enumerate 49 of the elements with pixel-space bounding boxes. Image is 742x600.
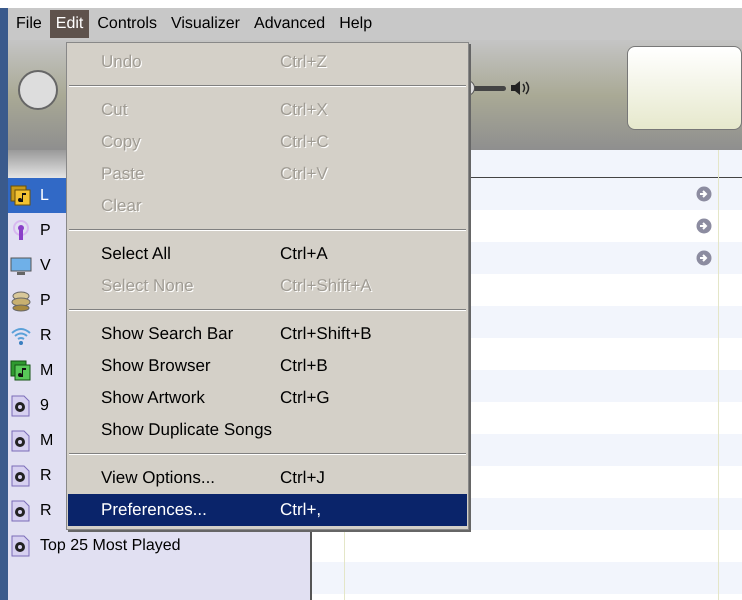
sidebar-item[interactable]: R [8, 318, 66, 353]
menu-bar-item[interactable]: Controls [91, 10, 163, 38]
menu-item[interactable]: Select All Ctrl+A [68, 238, 467, 270]
arrow-link-icon[interactable] [696, 250, 712, 266]
sidebar-item-label: M [40, 360, 54, 380]
speaker-icon[interactable] [510, 80, 532, 96]
menu-item[interactable]: Show Browser Ctrl+B [68, 350, 467, 382]
sidebar-item-label: M [40, 430, 54, 450]
sidebar-item[interactable]: 9 [8, 388, 66, 423]
sidebar-item[interactable]: M [8, 423, 66, 458]
sidebar-item-label: R [40, 466, 52, 486]
sidebar-item[interactable]: M [8, 353, 66, 388]
disc-stack-icon [10, 290, 32, 312]
menu-item[interactable]: Show Duplicate Songs [68, 414, 467, 446]
playlist-icon [10, 500, 32, 522]
sidebar-item[interactable]: R [8, 458, 66, 493]
music-note-icon [10, 360, 32, 382]
sidebar-item[interactable]: V [8, 248, 66, 283]
playlist-icon [10, 534, 32, 556]
sidebar-item-label: V [40, 256, 51, 276]
menu-bar-item[interactable]: Visualizer [164, 10, 246, 38]
sidebar-item[interactable]: P [8, 213, 66, 248]
playlist-icon [10, 464, 32, 486]
sidebar-item-label: R [40, 500, 52, 520]
sidebar-item-label: R [40, 326, 52, 346]
sidebar-item-label: L [40, 186, 49, 206]
play-button[interactable] [18, 70, 58, 110]
sidebar-item[interactable]: P [8, 283, 66, 318]
menu-bar-item[interactable]: File [10, 10, 48, 38]
menu-item[interactable]: Preferences... Ctrl+, [68, 494, 467, 526]
menu-item[interactable]: View Options... Ctrl+J [68, 462, 467, 494]
microphone-icon [10, 220, 32, 242]
sidebar-item-label: P [40, 290, 51, 310]
playlist-icon [10, 394, 32, 416]
sidebar-item-label: Top 25 Most Played [40, 536, 181, 556]
sidebar-item[interactable]: Top 25 Most Played [8, 528, 185, 563]
sidebar-item[interactable]: R [8, 493, 66, 528]
menu-item[interactable]: Show Artwork Ctrl+G [68, 382, 467, 414]
music-note-icon [10, 184, 32, 206]
arrow-link-icon[interactable] [696, 186, 712, 202]
menu-bar-item[interactable]: Help [333, 10, 378, 38]
arrow-link-icon[interactable] [696, 218, 712, 234]
sidebar-item[interactable]: L [8, 178, 66, 213]
menu-bar-item[interactable]: Advanced [248, 10, 332, 38]
menu-bar-item[interactable]: Edit [50, 10, 90, 38]
sidebar-item-label: P [40, 220, 51, 240]
playlist-icon [10, 430, 32, 452]
menu-item[interactable]: Show Search Bar Ctrl+Shift+B [68, 318, 467, 350]
sidebar-item-label: 9 [40, 396, 49, 416]
